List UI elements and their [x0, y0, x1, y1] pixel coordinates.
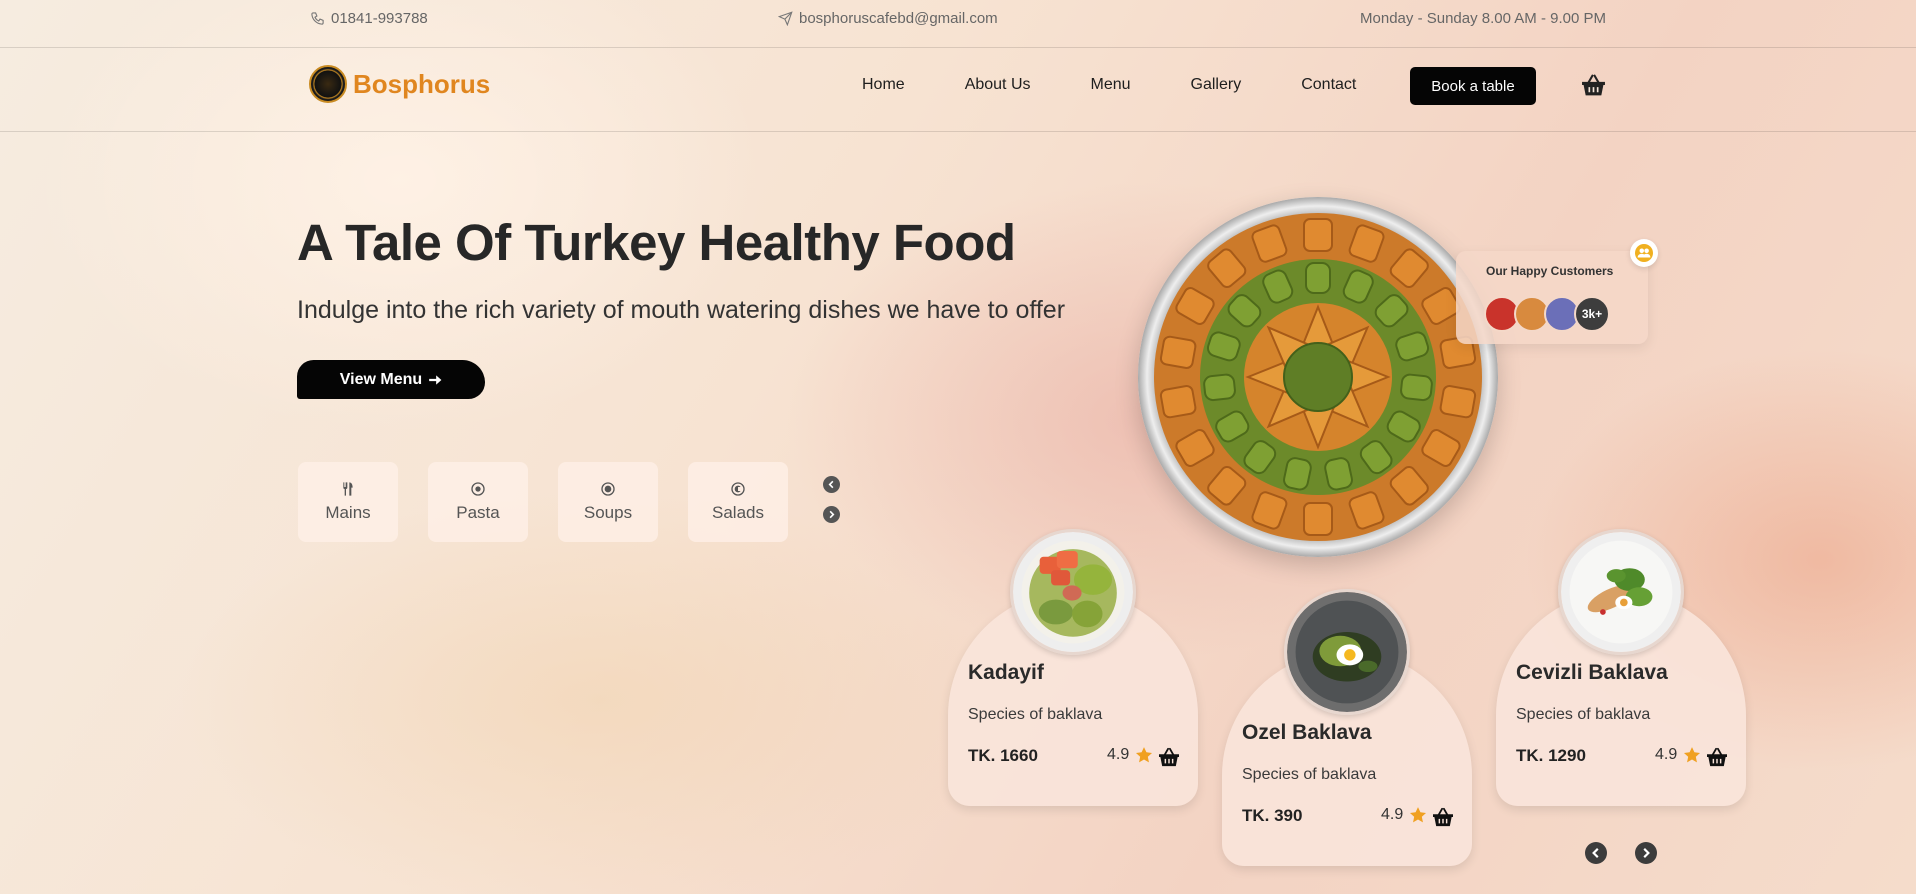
featured-baklava-plate-image [1138, 197, 1498, 557]
category-label: Mains [325, 503, 371, 522]
happy-customers-title: Our Happy Customers [1486, 264, 1614, 278]
star-icon [1409, 807, 1427, 823]
brand-logo [309, 65, 347, 103]
basket-icon[interactable] [1706, 747, 1728, 767]
customer-count-badge: 3k+ [1574, 296, 1610, 332]
product-description: Species of baklava [1242, 766, 1377, 783]
main-navbar: Bosphorus Home About Us Menu Gallery Con… [0, 48, 1916, 132]
product-card-cevizli-baklava[interactable]: Cevizli Baklava Species of baklava TK. 1… [1496, 529, 1746, 806]
users-icon [1635, 244, 1653, 262]
nav-contact[interactable]: Contact [1301, 76, 1356, 94]
email-address: bosphoruscafebd@gmail.com [799, 10, 998, 27]
kadayif-dish-image [1010, 529, 1136, 655]
plate-icon [471, 482, 485, 496]
products-next-button[interactable] [1635, 842, 1657, 864]
category-salads[interactable]: Salads [688, 462, 788, 542]
arrow-right-icon [429, 374, 442, 385]
brand[interactable]: Bosphorus [309, 65, 490, 103]
product-name: Ozel Baklava [1242, 721, 1372, 744]
happy-customers-card: Our Happy Customers 3k+ [1456, 251, 1648, 344]
hero-title: A Tale Of Turkey Healthy Food [297, 214, 1016, 271]
product-name: Kadayif [968, 661, 1044, 684]
view-menu-label: View Menu [339, 370, 423, 388]
chevron-left-icon [1592, 848, 1599, 858]
product-price: TK. 390 [1242, 806, 1303, 825]
category-soups[interactable]: Soups [558, 462, 658, 542]
salad-icon [731, 482, 745, 496]
product-rating: 4.9 [1107, 746, 1130, 763]
nav-links: Home About Us Menu Gallery Contact [862, 76, 1416, 94]
view-menu-button[interactable]: View Menu [297, 360, 485, 399]
category-label: Pasta [456, 503, 500, 522]
basket-icon[interactable] [1158, 747, 1180, 767]
category-next-button[interactable] [823, 506, 840, 523]
opening-hours-text: Monday - Sunday 8.00 AM - 9.00 PM [1360, 10, 1606, 27]
product-card-kadayif[interactable]: Kadayif Species of baklava TK. 1660 4.9 [948, 529, 1198, 806]
nav-gallery[interactable]: Gallery [1191, 76, 1242, 94]
email-contact[interactable]: bosphoruscafebd@gmail.com [778, 10, 998, 27]
hero-subtitle: Indulge into the rich variety of mouth w… [297, 296, 1066, 324]
product-card-ozel-baklava[interactable]: Ozel Baklava Species of baklava TK. 390 … [1222, 589, 1472, 866]
phone-number: 01841-993788 [331, 10, 428, 27]
star-icon [1683, 747, 1701, 763]
basket-icon[interactable] [1581, 73, 1606, 97]
cevizli-baklava-dish-image [1558, 529, 1684, 655]
brand-name: Bosphorus [353, 68, 491, 99]
utensils-icon [343, 482, 353, 496]
product-rating: 4.9 [1381, 806, 1404, 823]
opening-hours: Monday - Sunday 8.00 AM - 9.00 PM [1360, 10, 1606, 27]
category-mains[interactable]: Mains [298, 462, 398, 542]
chevron-left-icon [828, 480, 834, 489]
product-rating: 4.9 [1655, 746, 1678, 763]
nav-menu[interactable]: Menu [1091, 76, 1131, 94]
product-name: Cevizli Baklava [1516, 661, 1668, 684]
ozel-baklava-dish-image [1284, 589, 1410, 715]
nav-about[interactable]: About Us [965, 76, 1031, 94]
bowl-icon [601, 482, 615, 496]
products-prev-button[interactable] [1585, 842, 1607, 864]
nav-home[interactable]: Home [862, 76, 905, 94]
basket-icon[interactable] [1432, 807, 1454, 827]
phone-contact[interactable]: 01841-993788 [310, 10, 428, 27]
chevron-right-icon [1643, 848, 1650, 858]
product-description: Species of baklava [968, 706, 1103, 723]
top-info-bar: 01841-993788 bosphoruscafebd@gmail.com M… [0, 0, 1916, 48]
users-icon-badge [1630, 239, 1658, 267]
category-prev-button[interactable] [823, 476, 840, 493]
send-icon [778, 11, 793, 26]
category-label: Salads [712, 503, 764, 522]
product-price: TK. 1290 [1516, 746, 1586, 765]
product-description: Species of baklava [1516, 706, 1651, 723]
phone-icon [311, 12, 324, 25]
star-icon [1135, 747, 1153, 763]
category-pasta[interactable]: Pasta [428, 462, 528, 542]
chevron-right-icon [829, 510, 835, 519]
category-label: Soups [583, 503, 633, 522]
product-price: TK. 1660 [968, 746, 1038, 765]
book-table-button[interactable]: Book a table [1410, 67, 1536, 105]
